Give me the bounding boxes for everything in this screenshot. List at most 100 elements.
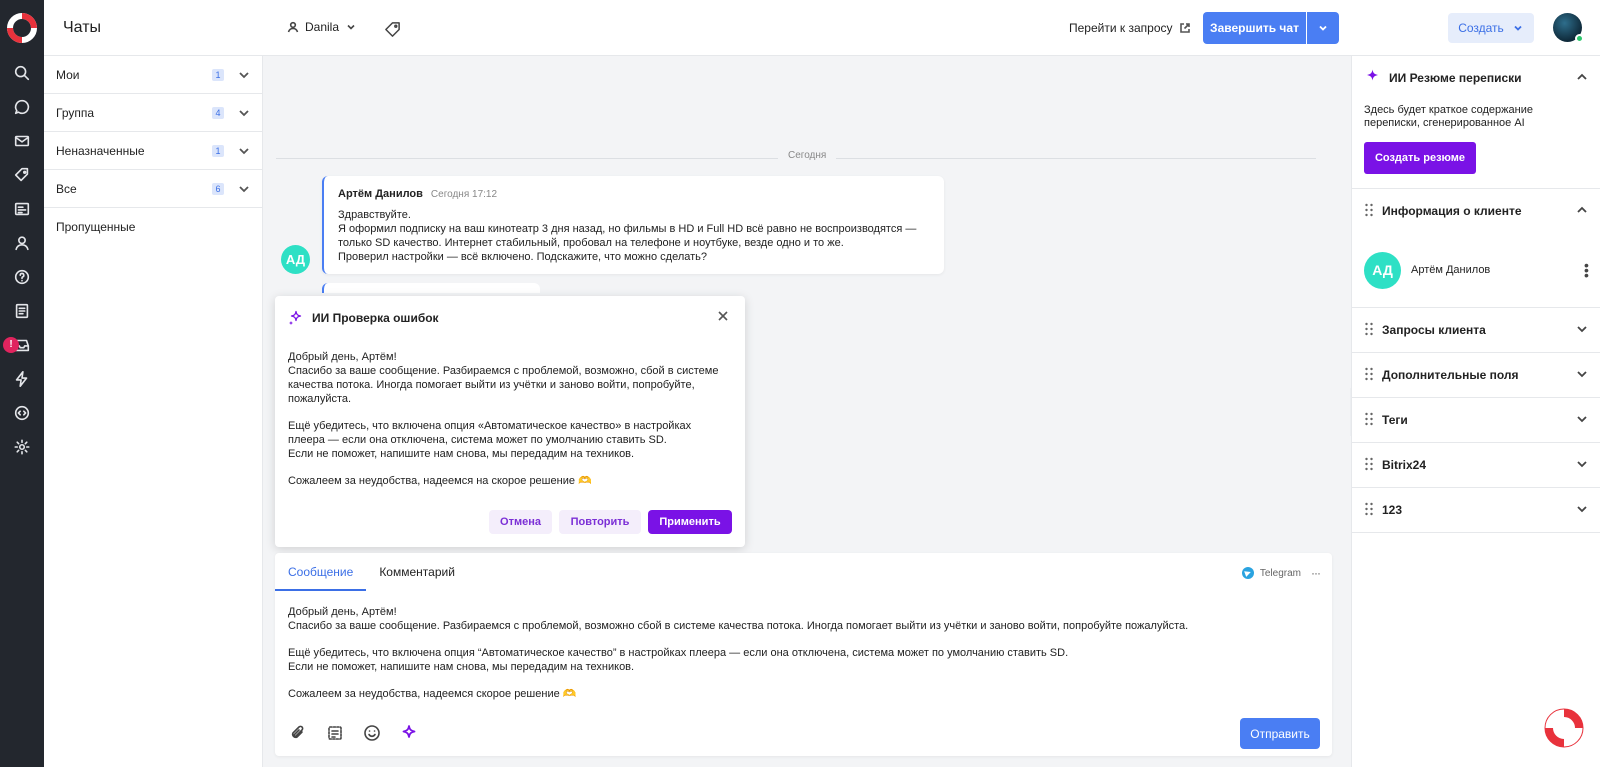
chat-list-label: Пропущенные [56,220,136,234]
message-stub [322,283,540,293]
chat-list-label: Мои [56,67,80,82]
section-header[interactable]: Дополнительные поля [1352,353,1600,397]
suggestion-line: Ещё убедитесь, что включена опция «Автом… [288,420,692,432]
cancel-button[interactable]: Отмена [489,510,552,534]
apply-button[interactable]: Применить [648,510,732,534]
chevron-up-icon [1576,71,1588,86]
lifebuoy-logo-icon[interactable] [7,13,37,43]
message-line: только SD качество. Интернет стабильный,… [338,237,844,249]
ai-error-check-popup: ИИ Проверка ошибок Добрый день, Артём! С… [275,296,745,547]
composer-line: Сожалеем за неудобства, надеемся скорое … [288,688,577,700]
suggestion-line: качества потока. Иногда помогает выйти и… [288,379,695,391]
suggestion-line: Спасибо за ваше сообщение. Разбираемся с… [288,365,719,377]
chat-list-item-missed[interactable]: Пропущенные [44,208,262,246]
telegram-icon [1241,567,1254,579]
message-author: Артём Данилов [338,188,423,200]
bitrix24-section: Bitrix24 [1352,443,1600,488]
chat-list-item-mine[interactable]: Мои 1 [44,56,262,94]
emoji-icon[interactable] [362,723,381,742]
channel-selector[interactable]: Telegram ··· [1241,566,1321,580]
section-title: Теги [1382,413,1408,427]
chat-list-label: Неназначенные [56,143,145,158]
ai-sparkle-icon [289,310,302,325]
section-header[interactable]: Bitrix24 [1352,443,1600,487]
app-rail: ! [0,0,44,767]
mail-icon[interactable] [12,131,32,151]
document-icon[interactable] [12,301,32,321]
finish-chat-dropdown[interactable] [1307,12,1339,44]
goto-request-link[interactable]: Перейти к запросу [1069,21,1191,35]
chat-list-item-all[interactable]: Все 6 [44,170,262,208]
tag-edit-button[interactable] [380,17,404,41]
settings-icon[interactable] [12,437,32,457]
extra-fields-section: Дополнительные поля [1352,353,1600,398]
chat-list-item-group[interactable]: Группа 4 [44,94,262,132]
count-badge: 1 [212,68,224,81]
user-select[interactable]: Danila [287,20,357,34]
message-input[interactable]: Добрый день, Артём! Спасибо за ваше сооб… [288,605,1318,714]
more-vertical-icon[interactable]: • • • [1584,258,1589,282]
client-avatar: АД [1364,251,1401,289]
client-info-section: Информация о клиенте АД Артём Данилов • •… [1352,189,1600,308]
chat-list: Мои 1 Группа 4 Неназначенные 1 Все 6 Про… [44,56,263,767]
create-summary-button[interactable]: Создать резюме [1364,142,1476,174]
chat-bubble-icon[interactable] [12,97,32,117]
lifebuoy-help-icon[interactable] [1543,707,1585,749]
chevron-down-icon [239,147,249,154]
template-icon[interactable] [325,723,344,742]
chevron-down-icon [239,185,249,192]
page-title: Чаты [63,19,102,36]
date-label: Сегодня [778,150,837,161]
count-badge: 6 [212,182,224,195]
knowledge-icon[interactable] [12,199,32,219]
chevron-down-icon [1576,458,1588,473]
attach-icon[interactable] [288,723,307,742]
section-title: ИИ Резюме переписки [1389,71,1522,85]
tab-comment[interactable]: Комментарий [366,553,468,591]
code-icon[interactable] [12,403,32,423]
retry-button[interactable]: Повторить [559,510,641,534]
tag-icon[interactable] [12,165,32,185]
search-icon[interactable] [12,63,32,83]
composer-line: Добрый день, Артём! [288,606,397,618]
message-line: Проверил настройки — всё включено. Подск… [338,251,708,263]
incoming-message: Артём Данилов Сегодня 17:12 Здравствуйте… [322,176,944,274]
section-header[interactable]: Теги [1352,398,1600,442]
help-icon[interactable] [12,267,32,287]
chevron-down-icon [239,71,249,78]
drag-handle-icon[interactable] [1364,502,1374,519]
ai-sparkle-icon[interactable] [399,723,418,742]
ai-summary-header[interactable]: ИИ Резюме переписки [1352,56,1600,100]
tab-message[interactable]: Сообщение [275,553,367,591]
avatar[interactable] [1553,13,1584,43]
drag-handle-icon[interactable] [1364,367,1374,384]
client-info-header[interactable]: Информация о клиенте [1352,189,1600,233]
more-icon[interactable]: ··· [1311,566,1321,580]
user-name: Danila [305,20,340,34]
drag-handle-icon[interactable] [1364,203,1374,220]
client-row: АД Артём Данилов • • • [1352,233,1600,307]
section-header[interactable]: Запросы клиента [1352,308,1600,352]
user-icon[interactable] [12,233,32,253]
message-line: Я оформил подписку на ваш кинотеатр 3 дн… [338,223,917,235]
drag-handle-icon[interactable] [1364,322,1374,339]
lightning-icon[interactable] [12,369,32,389]
suggestion-line: плеера — если она отключена, система мож… [288,434,667,446]
send-button[interactable]: Отправить [1240,718,1320,749]
tag-icon [384,21,400,37]
count-badge: 1 [212,144,224,157]
drag-handle-icon[interactable] [1364,457,1374,474]
section-header[interactable]: 123 [1352,488,1600,532]
ai-summary-section: ИИ Резюме переписки Здесь будет краткое … [1352,56,1600,189]
user-icon [287,21,299,33]
chat-list-item-unassigned[interactable]: Неназначенные 1 [44,132,262,170]
finish-chat-button[interactable]: Завершить чат [1203,12,1306,44]
create-button[interactable]: Создать [1448,13,1534,43]
message-time: Сегодня 17:12 [430,189,498,200]
chevron-down-icon [1576,323,1588,338]
chevron-down-icon [239,109,249,116]
close-icon[interactable] [717,310,731,324]
suggestion-line: Сожалеем за неудобства, надеемся на скор… [288,475,592,487]
drag-handle-icon[interactable] [1364,412,1374,429]
channel-name: Telegram [1259,567,1301,579]
